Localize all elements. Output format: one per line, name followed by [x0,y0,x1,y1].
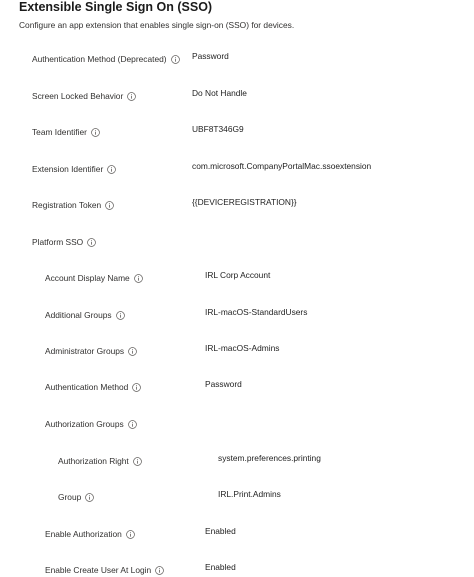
info-icon[interactable] [127,419,137,429]
info-icon[interactable] [155,565,164,575]
setting-label: Registration Token [32,200,102,210]
setting-row-extension-identifier: Extension Identifier com.microsoft.Compa… [0,161,474,176]
info-icon[interactable] [128,346,137,356]
setting-row-authentication-method-deprecated: Authentication Method (Deprecated) Passw… [0,51,474,66]
setting-label: Platform SSO [32,237,84,247]
setting-row-screen-locked-behavior: Screen Locked Behavior Do Not Handle [0,88,474,103]
setting-label: Authentication Method [45,382,129,392]
setting-label: Screen Locked Behavior [32,91,124,101]
setting-value: IRL-macOS-Admins [205,343,280,353]
info-icon[interactable] [127,91,137,101]
setting-value: IRL-macOS-StandardUsers [205,307,308,317]
setting-row-platform-sso: Platform SSO [0,235,474,249]
setting-value: Do Not Handle [192,88,247,98]
setting-label: Account Display Name [45,273,130,283]
setting-row-account-display-name: Account Display Name IRL Corp Account [0,270,474,285]
setting-label: Extension Identifier [32,164,104,174]
page-description: Configure an app extension that enables … [19,20,295,30]
info-icon[interactable] [85,492,95,502]
setting-row-registration-token: Registration Token {{DEVICEREGISTRATION}… [0,197,474,212]
setting-value: Enabled [205,562,236,572]
page-title: Extensible Single Sign On (SSO) [19,0,213,14]
setting-value: IRL Corp Account [205,270,271,280]
setting-row-group: Group IRL.Print.Admins [0,489,474,504]
info-icon[interactable] [133,273,143,283]
setting-label: Team Identifier [32,127,87,137]
setting-value: Enabled [205,526,236,536]
setting-value: IRL.Print.Admins [218,489,281,499]
setting-row-enable-create-user-at-login: Enable Create User At Login Enabled [0,562,474,577]
info-icon[interactable] [87,237,97,247]
setting-value: Password [192,51,229,61]
setting-label: Authorization Groups [45,419,124,429]
setting-value: Password [205,379,242,389]
setting-value: {{DEVICEREGISTRATION}} [192,197,297,207]
setting-value: com.microsoft.CompanyPortalMac.ssoextens… [192,161,372,171]
setting-row-additional-groups: Additional Groups IRL-macOS-StandardUser… [0,307,474,322]
setting-label: Administrator Groups [45,346,125,356]
info-icon[interactable] [107,164,117,174]
setting-row-authorization-right: Authorization Right system.preferences.p… [0,453,474,468]
setting-label: Additional Groups [45,310,112,320]
info-icon[interactable] [126,529,135,539]
info-icon[interactable] [105,200,115,210]
setting-row-authentication-method: Authentication Method Password [0,379,474,394]
setting-label: Authentication Method (Deprecated) [32,54,167,64]
info-icon[interactable] [91,127,100,137]
setting-value: UBF8T346G9 [192,124,244,134]
info-icon[interactable] [170,54,180,64]
setting-label: Authorization Right [58,456,129,466]
setting-row-team-identifier: Team Identifier UBF8T346G9 [0,124,474,139]
info-icon[interactable] [132,382,142,392]
setting-label: Group [58,492,82,502]
setting-label: Enable Authorization [45,529,122,539]
info-icon[interactable] [115,310,125,320]
setting-row-authorization-groups: Authorization Groups [0,417,474,431]
info-icon[interactable] [132,456,142,466]
setting-value: system.preferences.printing [218,453,321,463]
setting-row-enable-authorization: Enable Authorization Enabled [0,526,474,541]
setting-label: Enable Create User At Login [45,565,152,575]
setting-row-administrator-groups: Administrator Groups IRL-macOS-Admins [0,343,474,358]
